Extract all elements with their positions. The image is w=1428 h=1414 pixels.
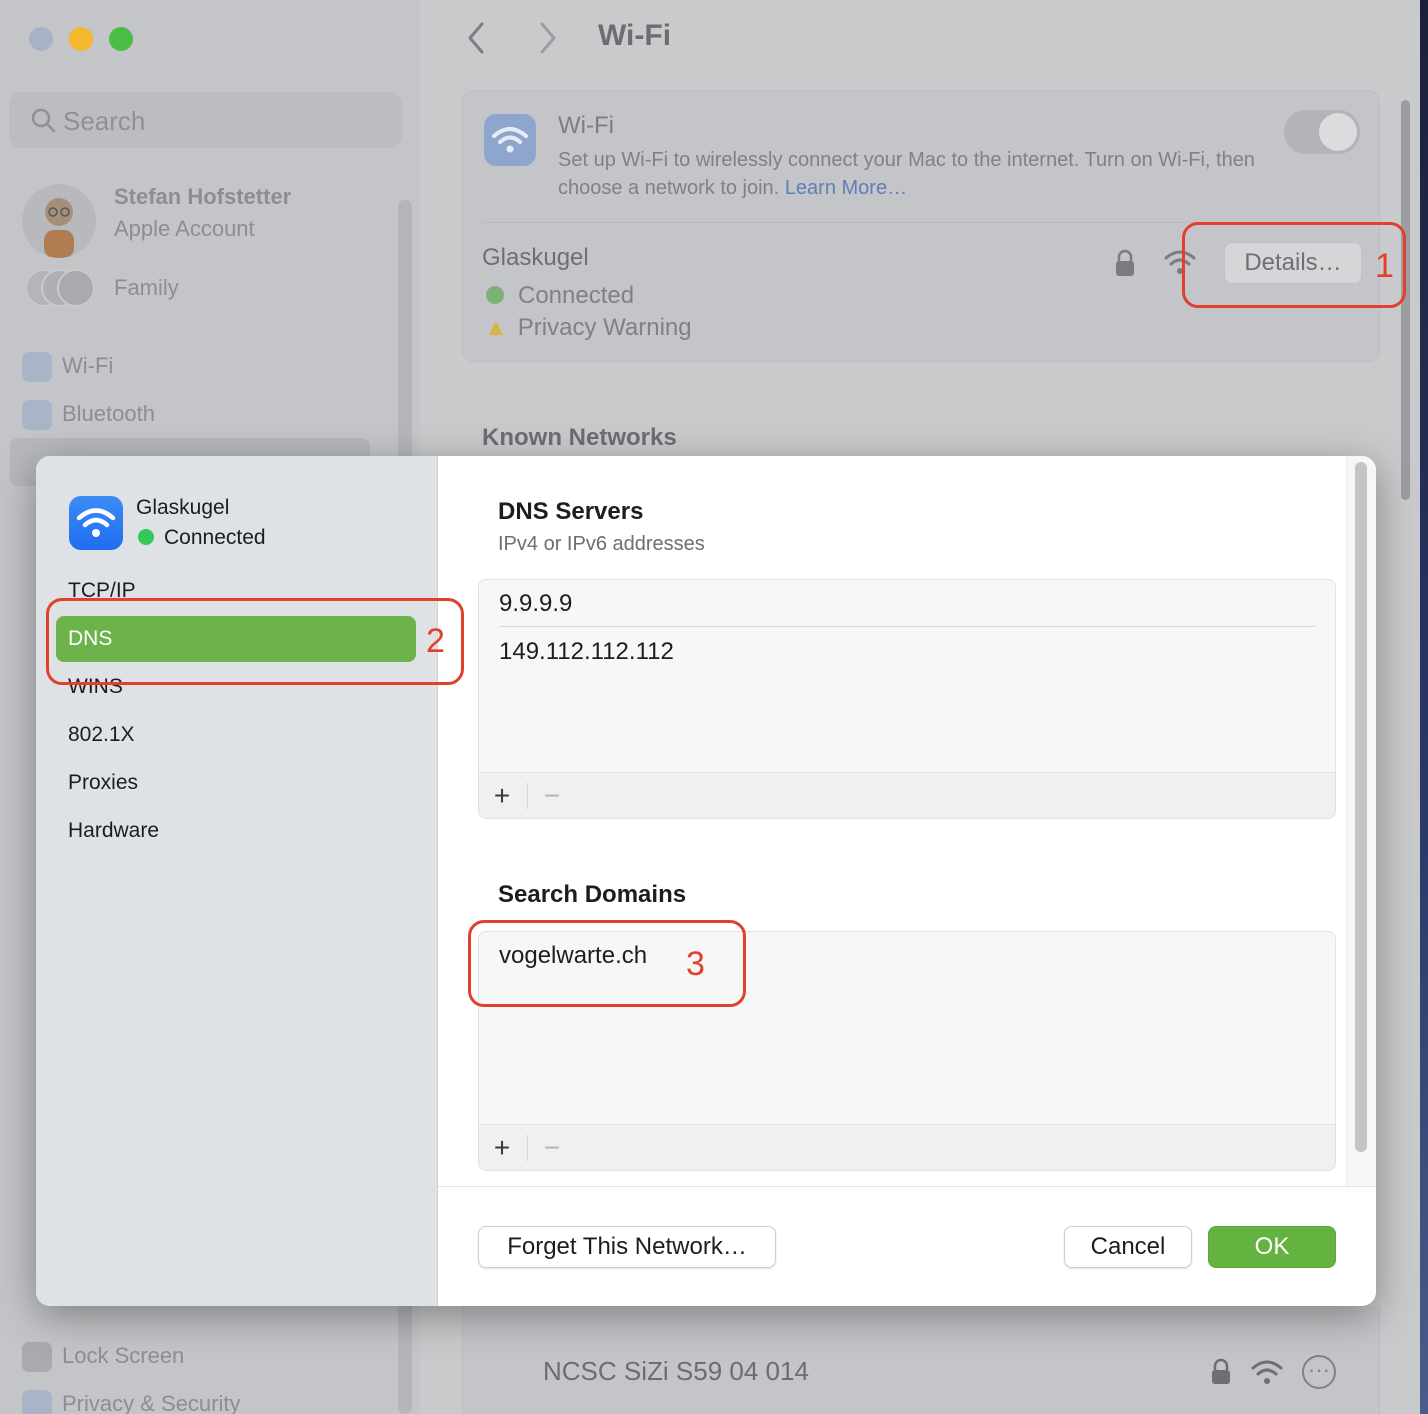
lock-screen-icon bbox=[22, 1342, 52, 1372]
toolbar-divider bbox=[527, 1135, 528, 1161]
search-placeholder: Search bbox=[63, 106, 146, 136]
sheet-network-status: Connected bbox=[138, 526, 266, 550]
sidebar-item-bluetooth[interactable]: Bluetooth bbox=[62, 401, 155, 427]
avatar[interactable] bbox=[22, 184, 96, 258]
dns-server-entry[interactable]: 9.9.9.9 bbox=[499, 590, 572, 618]
annotation-number-2: 2 bbox=[426, 622, 445, 660]
toolbar-divider bbox=[527, 783, 528, 809]
privacy-warning: ▲ Privacy Warning bbox=[484, 314, 692, 342]
bluetooth-icon bbox=[22, 400, 52, 430]
zoom-button[interactable] bbox=[109, 27, 133, 51]
account-name[interactable]: Stefan Hofstetter bbox=[114, 184, 291, 210]
search-icon bbox=[31, 108, 56, 133]
dns-servers-list[interactable]: 9.9.9.9 149.112.112.112 + − bbox=[478, 579, 1336, 819]
add-domain-button[interactable]: + bbox=[479, 1125, 525, 1170]
search-domains-title: Search Domains bbox=[498, 881, 687, 908]
back-chevron-icon[interactable] bbox=[462, 20, 492, 56]
connected-dot-icon bbox=[138, 529, 154, 545]
domains-list-toolbar: + − bbox=[479, 1124, 1335, 1170]
current-network-status: Connected bbox=[486, 282, 634, 310]
wifi-icon bbox=[69, 496, 123, 550]
forget-network-button[interactable]: Forget This Network… bbox=[478, 1226, 776, 1268]
wifi-toggle[interactable] bbox=[1284, 110, 1360, 154]
dns-list-toolbar: + − bbox=[479, 772, 1335, 818]
footer-divider bbox=[438, 1186, 1376, 1187]
wifi-description: Set up Wi-Fi to wirelessly connect your … bbox=[558, 146, 1258, 202]
search-field[interactable]: Search bbox=[9, 92, 402, 148]
family-icon bbox=[25, 269, 95, 307]
known-networks-title: Known Networks bbox=[482, 424, 677, 451]
nav-hardware[interactable]: Hardware bbox=[56, 808, 416, 854]
annotation-number-1: 1 bbox=[1375, 247, 1394, 285]
sidebar-item-wifi[interactable]: Wi-Fi bbox=[62, 353, 113, 379]
dns-servers-title: DNS Servers bbox=[498, 498, 644, 525]
ok-button[interactable]: OK bbox=[1208, 1226, 1336, 1268]
scrollbar-thumb[interactable] bbox=[1355, 462, 1367, 1152]
sheet-status-text: Connected bbox=[164, 526, 266, 549]
wifi-signal-icon bbox=[1251, 1360, 1283, 1384]
warning-text: Privacy Warning bbox=[517, 314, 692, 341]
close-button[interactable] bbox=[29, 27, 53, 51]
sidebar-item-lock-screen[interactable]: Lock Screen bbox=[62, 1343, 184, 1369]
forward-chevron-icon[interactable] bbox=[532, 20, 562, 56]
sheet-sidebar: Glaskugel Connected TCP/IP DNS WINS 802.… bbox=[36, 456, 438, 1306]
nav-8021x[interactable]: 802.1X bbox=[56, 712, 416, 758]
annotation-number-3: 3 bbox=[686, 945, 705, 983]
network-details-sheet: Glaskugel Connected TCP/IP DNS WINS 802.… bbox=[36, 456, 1376, 1306]
wifi-settings-icon bbox=[484, 114, 536, 166]
cancel-button[interactable]: Cancel bbox=[1064, 1226, 1192, 1268]
annotation-box-1 bbox=[1182, 222, 1406, 308]
remove-domain-button[interactable]: − bbox=[529, 1125, 575, 1170]
page-title: Wi-Fi bbox=[598, 19, 672, 52]
known-network-name: NCSC SiZi S59 04 014 bbox=[543, 1356, 809, 1386]
more-options-icon[interactable]: ··· bbox=[1302, 1355, 1336, 1389]
toggle-knob bbox=[1319, 113, 1357, 151]
connected-dot-icon bbox=[486, 286, 504, 304]
row-divider bbox=[499, 626, 1315, 627]
nav-proxies[interactable]: Proxies bbox=[56, 760, 416, 806]
family-label[interactable]: Family bbox=[114, 275, 179, 301]
remove-dns-button[interactable]: − bbox=[529, 773, 575, 818]
lock-icon bbox=[1116, 249, 1134, 276]
sheet-scrollbar[interactable] bbox=[1346, 456, 1376, 1186]
minimize-button[interactable] bbox=[69, 27, 93, 51]
current-network-name: Glaskugel bbox=[482, 244, 589, 271]
warning-icon: ▲ bbox=[484, 314, 508, 341]
sidebar-item-privacy[interactable]: Privacy & Security bbox=[62, 1391, 241, 1414]
wifi-section-title: Wi-Fi bbox=[558, 112, 614, 139]
annotation-box-2 bbox=[46, 598, 464, 685]
dns-server-entry[interactable]: 149.112.112.112 bbox=[499, 638, 674, 666]
desktop-wallpaper bbox=[1420, 0, 1428, 1414]
dns-servers-subtitle: IPv4 or IPv6 addresses bbox=[498, 533, 705, 555]
hand-icon bbox=[22, 1390, 52, 1414]
lock-icon bbox=[1212, 1358, 1230, 1384]
sheet-network-name: Glaskugel bbox=[136, 496, 230, 519]
status-text: Connected bbox=[518, 282, 635, 309]
wifi-icon bbox=[22, 352, 52, 382]
learn-more-link[interactable]: Learn More… bbox=[785, 177, 907, 199]
add-dns-button[interactable]: + bbox=[479, 773, 525, 818]
account-subtitle: Apple Account bbox=[114, 216, 255, 241]
